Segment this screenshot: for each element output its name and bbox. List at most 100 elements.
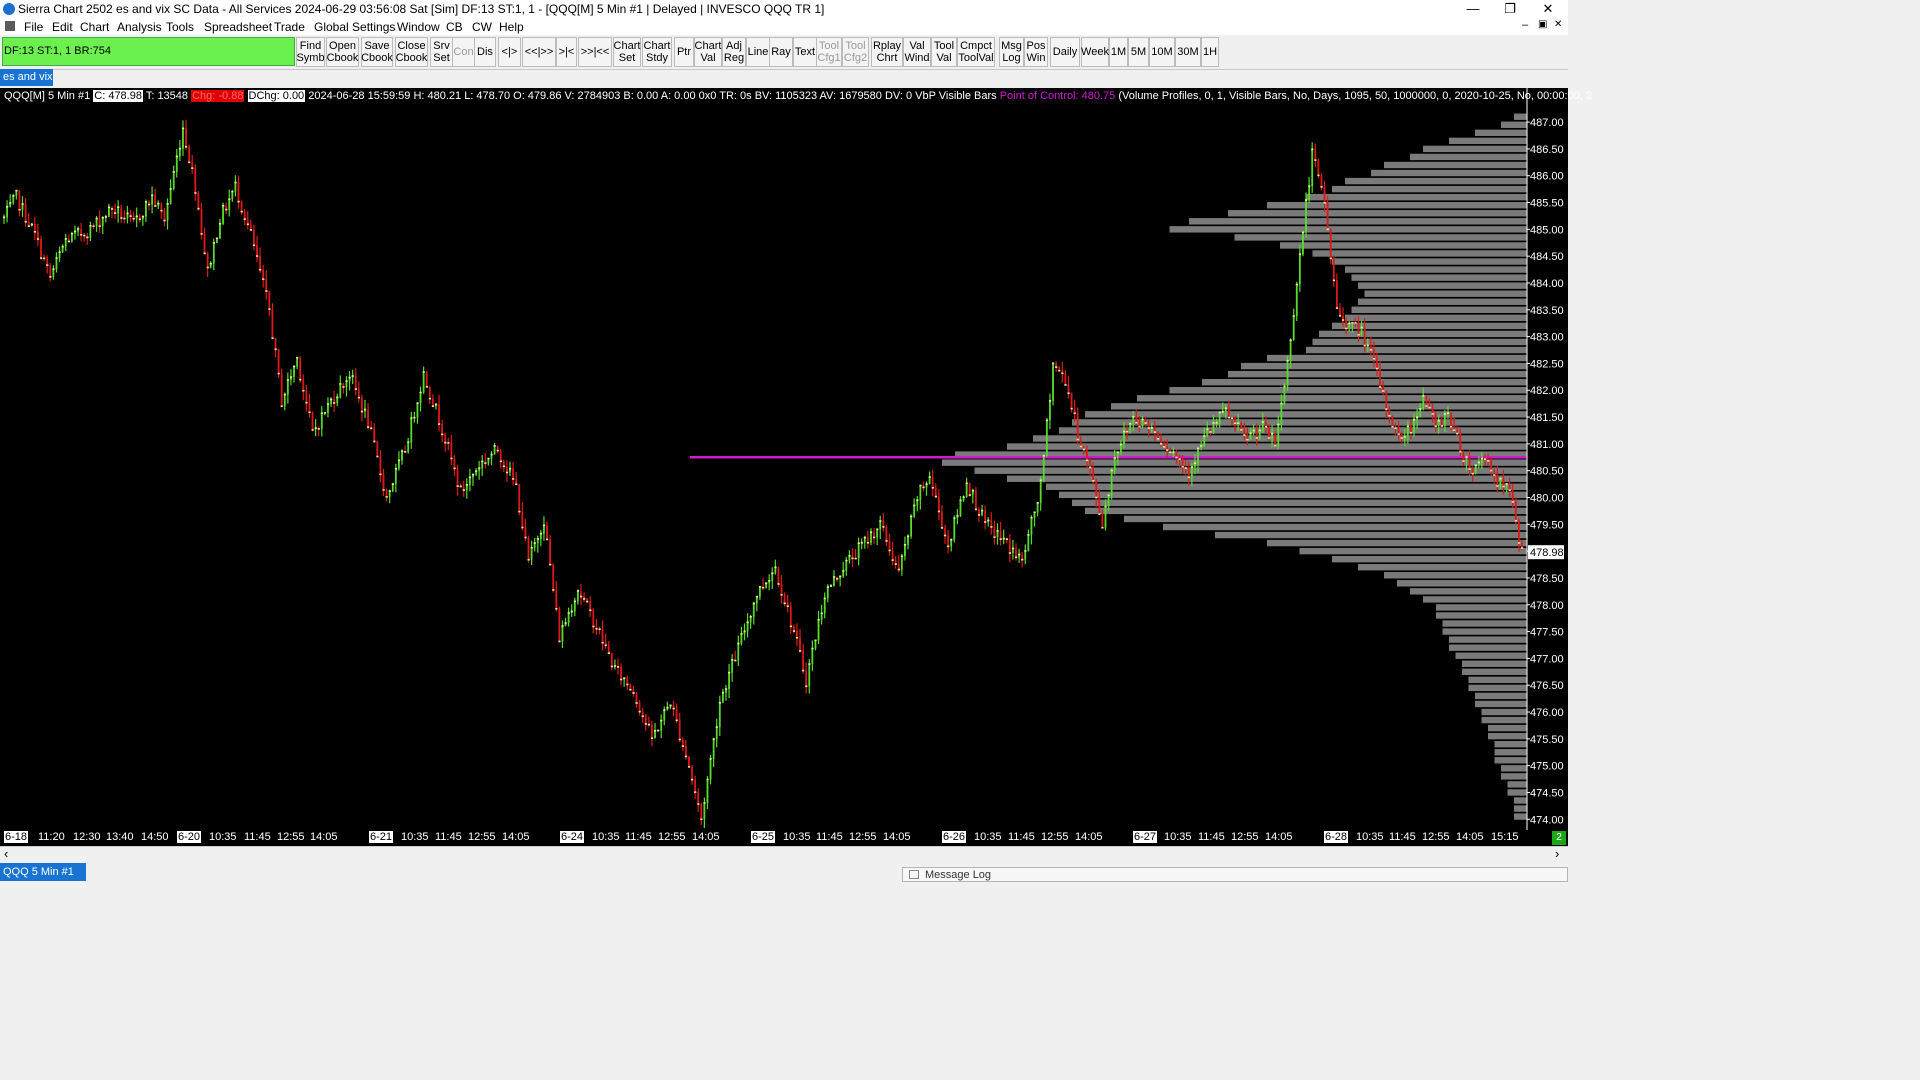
menu-file[interactable]: File	[24, 20, 43, 34]
menu-trade[interactable]: Trade	[274, 20, 305, 34]
candle-close-tick	[1283, 385, 1286, 388]
menu-window[interactable]: Window	[397, 20, 440, 34]
toolbar-button-close-cbook[interactable]: Close Cbook	[395, 37, 428, 67]
candle-close-tick	[348, 376, 351, 379]
candle-close-tick	[968, 494, 971, 496]
menu-global-settings[interactable]: Global Settings	[314, 20, 395, 34]
candle-close-tick	[839, 575, 842, 578]
candle-close-tick	[879, 520, 882, 522]
candle-body	[1086, 449, 1088, 461]
candle-close-tick	[24, 220, 27, 223]
toolbar-button-[interactable]: <<|>>	[522, 37, 556, 67]
menu-edit[interactable]: Edit	[52, 20, 73, 34]
scroll-left-arrow[interactable]: ‹	[4, 846, 8, 861]
toolbar-button-chart-set[interactable]: Chart Set	[613, 37, 641, 67]
candle-close-tick	[539, 532, 543, 535]
candle-body	[1141, 419, 1144, 427]
candle-body	[684, 746, 687, 757]
message-log-window[interactable]: Message Log	[902, 867, 1568, 882]
toolbar-button-text[interactable]: Text	[793, 37, 817, 67]
toolbar-button-chart-val[interactable]: Chart Val	[694, 37, 722, 67]
candle-body	[456, 468, 459, 487]
toolbar-button-tool-cfg2[interactable]: Tool Cfg2	[842, 37, 869, 67]
toolbar-button-line[interactable]: Line	[746, 37, 770, 67]
toolbar-button-daily[interactable]: Daily	[1050, 37, 1080, 67]
scroll-right-arrow[interactable]: ›	[1555, 846, 1559, 861]
candle-close-tick	[487, 457, 490, 460]
toolbar-button-find-symb[interactable]: Find Symb	[296, 37, 325, 67]
candle-close-tick	[493, 445, 496, 447]
x-axis-date-label: 6-26	[942, 831, 967, 843]
toolbar-button-1h[interactable]: 1H	[1201, 37, 1219, 67]
candle-body	[1052, 363, 1054, 401]
toolbar-button-con[interactable]: Con	[452, 37, 475, 67]
toolbar-button-5m[interactable]: 5M	[1128, 37, 1149, 67]
toolbar-button-[interactable]: >>|<<	[578, 37, 612, 67]
toolbar-button-pos-win[interactable]: Pos Win	[1024, 37, 1048, 67]
candle-close-tick	[1354, 322, 1357, 324]
toolbar-button-save-cbook[interactable]: Save Cbook	[361, 37, 393, 67]
candle-body	[1406, 426, 1409, 437]
candle-body	[320, 413, 323, 429]
menu-tools[interactable]: Tools	[166, 20, 194, 34]
candle-body	[1468, 457, 1471, 470]
candle-close-tick	[1335, 307, 1339, 309]
toolbar-button-rplay-chrt[interactable]: Rplay Chrt	[871, 37, 903, 67]
menu-chart[interactable]: Chart	[80, 20, 109, 34]
toolbar-button-msg-log[interactable]: Msg Log	[999, 37, 1024, 67]
chart-window-tab[interactable]: QQQ 5 Min #1	[0, 863, 86, 881]
candle-close-tick	[1323, 202, 1326, 204]
toolbar-button-cmpct-toolval[interactable]: Cmpct ToolVal	[957, 37, 995, 67]
volume-profile-bar	[1481, 716, 1527, 724]
toolbar-button-open-cbook[interactable]: Open Cbook	[326, 37, 359, 67]
toolbar-button-chart-stdy[interactable]: Chart Stdy	[642, 37, 672, 67]
candle-close-tick	[1496, 485, 1499, 487]
volume-profile-bar	[1410, 153, 1527, 161]
candle-body	[1410, 426, 1412, 433]
toolbar-button-30m[interactable]: 30M	[1175, 37, 1201, 67]
toolbar-button-ray[interactable]: Ray	[769, 37, 793, 67]
toolbar-button-tool-cfg1[interactable]: Tool Cfg1	[816, 37, 842, 67]
candle-body	[1280, 403, 1283, 425]
close-button[interactable]: ✕	[1528, 0, 1568, 18]
toolbar-button-srv-set[interactable]: Srv Set	[430, 37, 453, 67]
menu-cb[interactable]: CB	[446, 20, 463, 34]
candle-close-tick	[110, 208, 114, 210]
toolbar-button-10m[interactable]: 10M	[1149, 37, 1175, 67]
price-chart[interactable]: 487.00 486.50 486.00 485.50 485.00 484.50 484.…	[0, 88, 1568, 830]
toolbar-button-week[interactable]: Week	[1081, 37, 1109, 67]
chart-region-badge[interactable]: 2	[1552, 831, 1566, 845]
volume-profile-bar	[1449, 137, 1527, 145]
candle-close-tick	[120, 217, 123, 219]
candle-body	[98, 218, 101, 227]
toolbar-button-[interactable]: <|>	[498, 37, 521, 67]
horizontal-scrollbar[interactable]	[0, 846, 1568, 863]
menu-help[interactable]: Help	[499, 20, 524, 34]
candle-body	[820, 613, 823, 620]
toolbar-button-ptr[interactable]: Ptr	[674, 37, 694, 67]
restore-button[interactable]: ❐	[1490, 0, 1530, 18]
chart-menu-icon[interactable]	[5, 21, 15, 31]
candle-close-tick	[700, 818, 703, 821]
toolbar-button-tool-val[interactable]: Tool Val	[931, 37, 957, 67]
candle-close-tick	[1301, 231, 1305, 234]
toolbar-button-[interactable]: >|<	[556, 37, 577, 67]
mdi-minimize-button[interactable]: –	[1522, 19, 1528, 31]
candle-body	[833, 576, 835, 586]
toolbar-button-val-wind[interactable]: Val Wind	[903, 37, 931, 67]
toolbar-button-dis[interactable]: Dis	[474, 37, 496, 67]
candle-body	[1092, 467, 1095, 481]
chartbook-tab[interactable]: es and vix	[0, 69, 53, 86]
minimize-button[interactable]: —	[1453, 0, 1493, 18]
candle-close-tick	[1018, 553, 1021, 556]
toolbar-button-adj-reg[interactable]: Adj Reg	[722, 37, 746, 67]
candle-close-tick	[937, 510, 941, 513]
mdi-close-button[interactable]: ✕	[1554, 19, 1562, 30]
menu-analysis[interactable]: Analysis	[117, 20, 162, 34]
candle-close-tick	[521, 526, 524, 529]
menu-spreadsheet[interactable]: Spreadsheet	[204, 20, 272, 34]
menu-cw[interactable]: CW	[472, 20, 492, 34]
candle-close-tick	[620, 678, 623, 681]
toolbar-button-1m[interactable]: 1M	[1109, 37, 1128, 67]
mdi-restore-button[interactable]: ▣	[1538, 19, 1547, 30]
